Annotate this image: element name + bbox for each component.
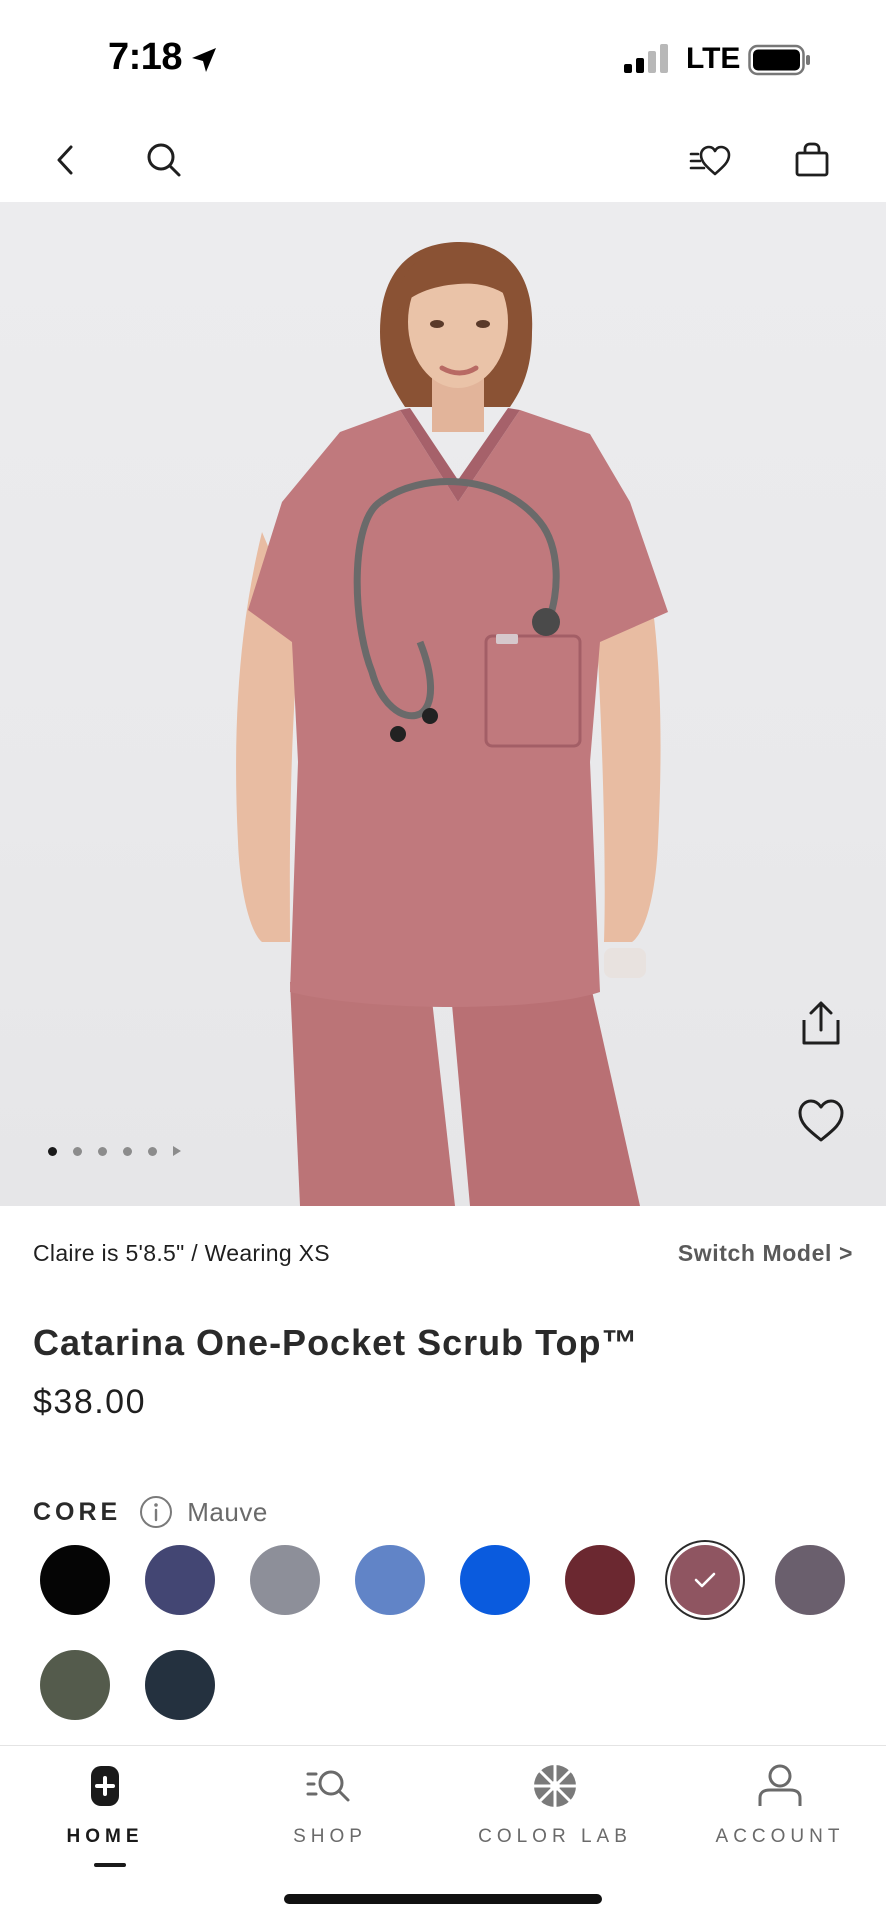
tab-account[interactable]: ACCOUNT	[680, 1746, 880, 1876]
product-title: Catarina One-Pocket Scrub Top™	[33, 1322, 639, 1363]
product-photo	[236, 242, 668, 1206]
search-icon	[147, 143, 181, 177]
tab-color-lab[interactable]: COLOR LAB	[455, 1746, 655, 1876]
top-nav-bar	[0, 118, 886, 202]
favorite-button[interactable]	[790, 1090, 852, 1152]
switch-model-link[interactable]: Switch Model >	[678, 1240, 853, 1267]
color-swatch[interactable]	[40, 1650, 110, 1720]
pager-dot[interactable]	[48, 1146, 57, 1156]
product-price: $38.00	[33, 1383, 146, 1421]
account-person-icon	[758, 1764, 802, 1806]
color-swatch[interactable]	[670, 1545, 740, 1615]
model-info-row: Claire is 5'8.5" / Wearing XS Switch Mod…	[33, 1240, 853, 1272]
color-swatch[interactable]	[460, 1545, 530, 1615]
share-icon	[802, 1001, 840, 1045]
status-time: 7:18	[108, 36, 183, 78]
color-swatch[interactable]	[775, 1545, 845, 1615]
color-swatch[interactable]	[145, 1650, 215, 1720]
chevron-left-icon	[57, 145, 73, 175]
home-indicator	[284, 1894, 602, 1904]
back-button[interactable]	[36, 130, 96, 190]
shop-search-icon	[306, 1770, 350, 1802]
wishlist-button[interactable]	[682, 130, 742, 190]
home-plus-icon	[91, 1766, 119, 1806]
model-size-info: Claire is 5'8.5" / Wearing XS	[33, 1240, 330, 1266]
color-swatch[interactable]	[250, 1545, 320, 1615]
active-tab-indicator	[94, 1863, 126, 1867]
selected-color-name: Mauve	[187, 1496, 268, 1527]
tab-shop[interactable]: SHOP	[230, 1746, 430, 1876]
image-pager	[48, 1146, 181, 1156]
signal-strength-icon	[624, 44, 668, 73]
wishlist-heart-icon	[689, 145, 731, 176]
shopping-bag-icon	[795, 142, 829, 177]
location-arrow-icon	[192, 48, 216, 72]
color-swatch[interactable]	[145, 1545, 215, 1615]
color-wheel-icon	[534, 1765, 576, 1807]
tab-color-lab-label: COLOR LAB	[478, 1826, 632, 1847]
color-group-label: CORE	[33, 1497, 122, 1526]
pager-dot[interactable]	[98, 1146, 107, 1156]
pager-dot[interactable]	[123, 1146, 132, 1156]
tab-shop-label: SHOP	[293, 1826, 367, 1847]
pager-dot[interactable]	[148, 1146, 157, 1156]
color-swatch[interactable]	[565, 1545, 635, 1615]
shopping-bag-button[interactable]	[782, 130, 842, 190]
heart-icon	[798, 1099, 844, 1142]
battery-icon	[748, 44, 810, 76]
tab-home[interactable]: HOME	[5, 1746, 205, 1876]
status-bar: 7:18 LTE	[0, 0, 886, 118]
search-button[interactable]	[134, 130, 194, 190]
network-type: LTE	[686, 42, 741, 75]
color-swatch[interactable]	[40, 1545, 110, 1615]
pager-dot[interactable]	[73, 1146, 82, 1156]
pager-next-icon[interactable]	[173, 1146, 181, 1156]
share-button[interactable]	[790, 992, 852, 1054]
info-icon[interactable]	[139, 1495, 173, 1529]
product-image-gallery[interactable]	[0, 202, 886, 1206]
checkmark-icon	[694, 1572, 716, 1588]
tab-account-label: ACCOUNT	[715, 1826, 845, 1847]
color-swatch[interactable]	[355, 1545, 425, 1615]
tab-home-label: HOME	[66, 1826, 144, 1847]
color-header: CORE Mauve	[33, 1494, 268, 1530]
